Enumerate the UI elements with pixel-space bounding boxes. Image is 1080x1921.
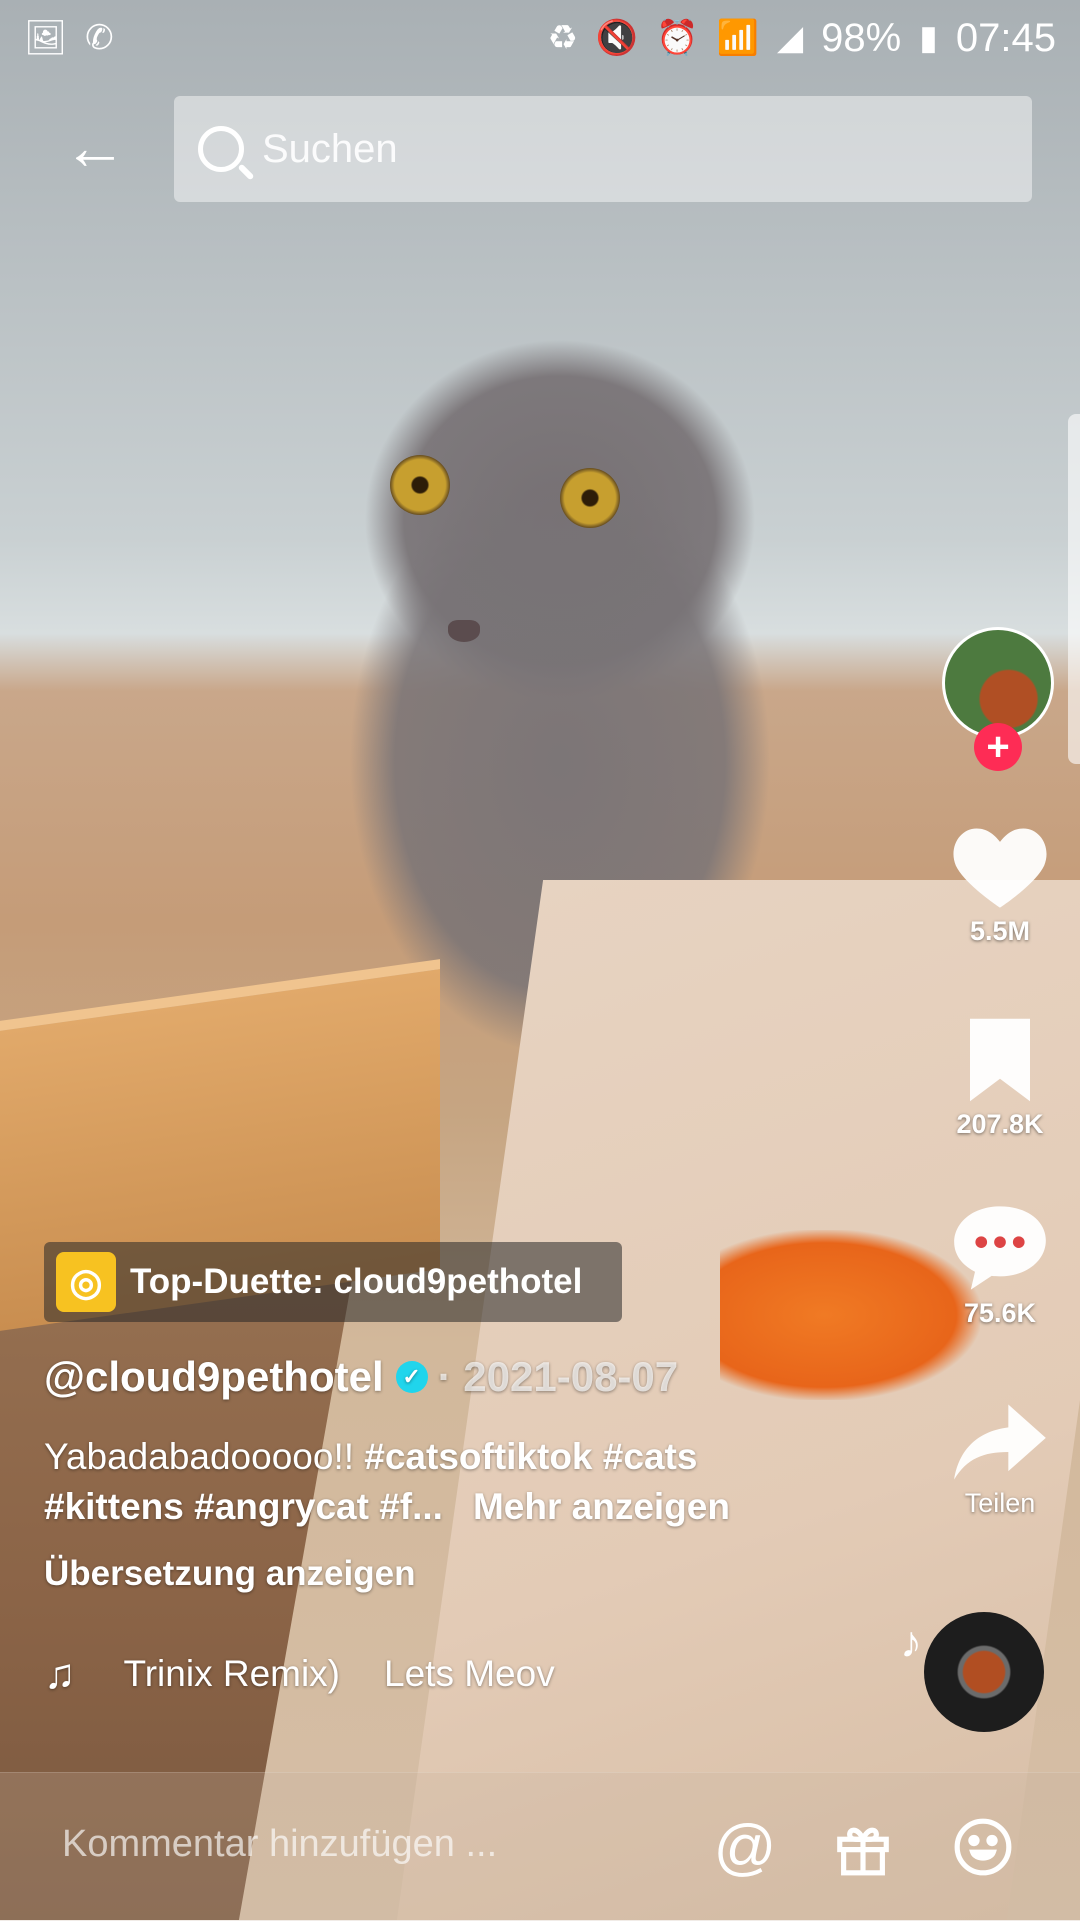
comment-button[interactable]: 75.6K xyxy=(940,1202,1060,1329)
duet-badge[interactable]: ◎ Top-Duette: cloud9pethotel xyxy=(44,1242,622,1322)
like-count: 5.5M xyxy=(969,916,1031,946)
battery-percent: 98% xyxy=(821,15,902,60)
status-left: 🖼 ✆ xyxy=(24,21,114,55)
comment-input[interactable] xyxy=(60,1822,584,1867)
search-input[interactable] xyxy=(260,125,964,173)
post-date: · 2021-08-07 xyxy=(437,1353,679,1400)
show-more-link[interactable]: Mehr anzeigen xyxy=(473,1486,730,1527)
share-label: Teilen xyxy=(964,1488,1036,1518)
status-bar: 🖼 ✆ ♻ 🔇 ⏰ 📶 ◢ 98% ▮ 07:45 xyxy=(0,0,1080,76)
clock: 07:45 xyxy=(955,15,1056,60)
arrow-left-icon: ← xyxy=(63,111,127,183)
back-button[interactable]: ← xyxy=(60,111,130,183)
at-icon: @ xyxy=(713,1812,777,1882)
music-disc[interactable] xyxy=(924,1612,1044,1732)
cat-eye-left xyxy=(390,455,450,515)
status-right: ♻ 🔇 ⏰ 📶 ◢ 98% ▮ 07:45 xyxy=(547,16,1056,61)
music-note-icon: ♪ xyxy=(900,1618,922,1667)
comment-icon xyxy=(954,1206,1046,1290)
hashtag[interactable]: #cats xyxy=(603,1436,698,1477)
alarm-icon: ⏰ xyxy=(656,19,699,57)
verified-icon: ✓ xyxy=(395,1361,428,1393)
search-bar[interactable] xyxy=(174,96,1032,202)
music-row[interactable]: ♫ Trinix Remix) Lets Meov xyxy=(44,1650,555,1698)
mute-icon: 🔇 xyxy=(595,19,639,57)
music-note-icon: ♫ xyxy=(44,1650,76,1697)
share-icon xyxy=(954,1404,1046,1480)
translate-link[interactable]: Übersetzung anzeigen xyxy=(44,1554,415,1594)
caption-text: Yabadabadooooo!! xyxy=(44,1436,365,1477)
gift-button[interactable] xyxy=(828,1812,898,1882)
emoji-icon xyxy=(954,1818,1012,1876)
music-title-part1: Trinix Remix) xyxy=(123,1653,341,1694)
battery-saver-icon: ♻ xyxy=(547,19,578,57)
image-icon: 🖼 xyxy=(24,19,68,57)
hashtag[interactable]: #angrycat xyxy=(194,1486,369,1527)
mention-button[interactable]: @ xyxy=(710,1812,780,1882)
hashtag[interactable]: #f... xyxy=(379,1486,443,1527)
battery-icon: ▮ xyxy=(919,19,938,57)
duet-text: Top-Duette: cloud9pethotel xyxy=(130,1262,583,1301)
side-handle[interactable] xyxy=(1068,414,1080,764)
like-button[interactable]: 5.5M xyxy=(940,820,1060,947)
heart-icon xyxy=(953,828,1047,908)
author-line: @cloud9pethotel ✓ · 2021-08-07 xyxy=(44,1353,678,1401)
whatsapp-icon: ✆ xyxy=(85,19,114,57)
hashtag[interactable]: #kittens xyxy=(44,1486,184,1527)
share-button[interactable]: Teilen xyxy=(940,1400,1060,1519)
bookmark-count: 207.8K xyxy=(956,1109,1044,1139)
gift-icon xyxy=(837,1827,889,1876)
signal-icon: ◢ xyxy=(776,19,804,57)
search-icon xyxy=(198,126,244,172)
wifi-icon: 📶 xyxy=(716,19,759,57)
comment-count: 75.6K xyxy=(963,1298,1037,1328)
duet-icon: ◎ xyxy=(56,1252,116,1312)
hashtag[interactable]: #catsoftiktok xyxy=(364,1436,592,1477)
bookmark-icon xyxy=(970,1018,1030,1102)
follow-plus-button[interactable]: + xyxy=(974,723,1022,771)
cat-eye-right xyxy=(560,468,620,528)
bookmark-button[interactable]: 207.8K xyxy=(940,1015,1060,1140)
author-name[interactable]: @cloud9pethotel xyxy=(44,1353,384,1401)
music-title-part2: Lets Meov xyxy=(384,1653,555,1694)
emoji-button[interactable] xyxy=(948,1812,1018,1882)
cat-nose xyxy=(448,620,480,642)
post-caption: Yabadabadooooo!! #catsoftiktok #cats #ki… xyxy=(44,1432,804,1532)
